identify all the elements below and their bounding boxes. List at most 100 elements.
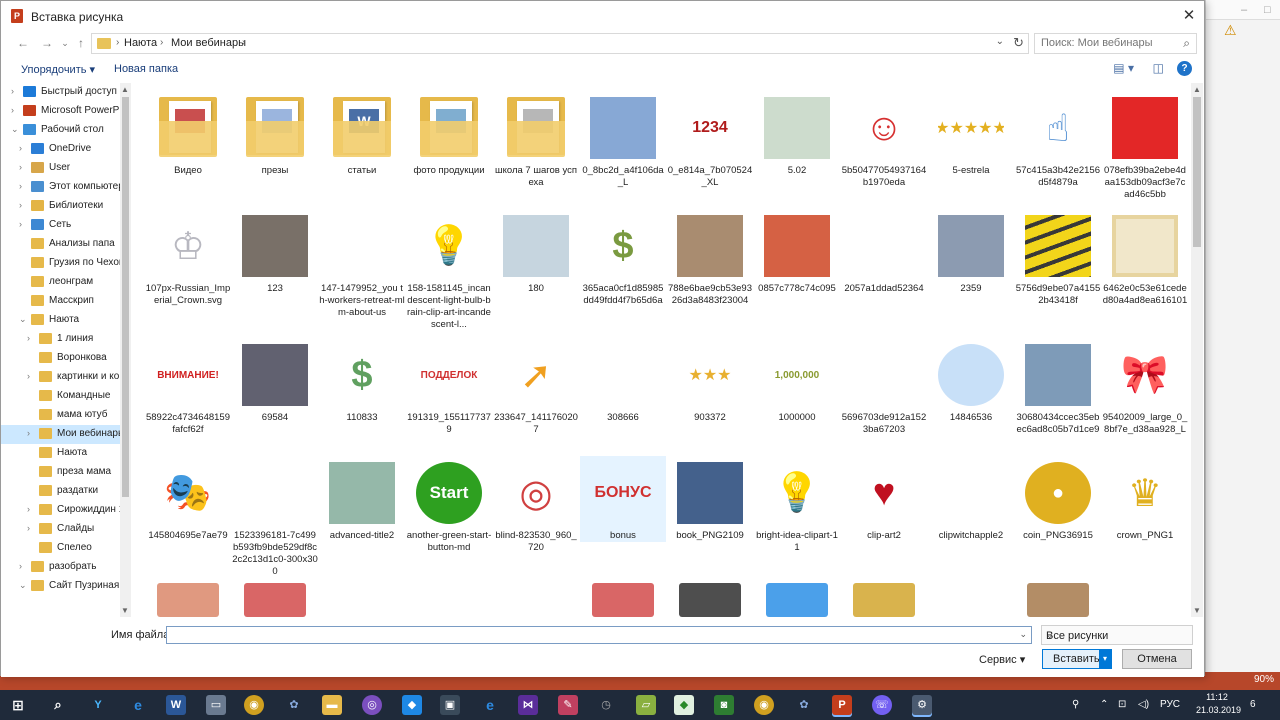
close-button[interactable]: ✕ <box>1174 1 1204 31</box>
image-file-item[interactable]: 💡 bright-idea-clipart-11 <box>754 456 840 554</box>
image-file-item[interactable]: 🎀 95402009_large_0_8bf7e_d38aa928_L <box>1102 338 1188 436</box>
image-file-item[interactable]: advanced-title2 <box>319 456 405 542</box>
filename-input[interactable] <box>167 627 1007 643</box>
image-file-item[interactable]: ПОДДЕЛОК 191319_1551177379 <box>406 338 492 436</box>
scrollbar-thumb[interactable] <box>122 97 129 497</box>
breadcrumb-separator-icon[interactable]: › <box>242 37 245 48</box>
viber-icon[interactable]: ☏ <box>872 695 892 715</box>
file-app-icon[interactable]: ▭ <box>206 695 226 715</box>
tree-item[interactable]: › Быстрый доступ <box>1 83 131 102</box>
restore-icon[interactable]: □ <box>1264 4 1271 16</box>
collapse-arrow-icon[interactable]: ⌄ <box>19 580 27 591</box>
image-file-item[interactable]: 078efb39ba2ebe4daa153db09acf3e7cad46c5bb <box>1102 91 1188 201</box>
refresh-icon[interactable]: ↻ <box>1013 35 1024 51</box>
expand-arrow-icon[interactable]: › <box>19 200 22 210</box>
insert-dropdown-icon[interactable]: ▾ <box>1099 650 1111 668</box>
search-input[interactable] <box>1041 37 1171 49</box>
image-file-item[interactable]: $110833 <box>319 338 405 424</box>
help-icon[interactable]: ? <box>1177 61 1192 76</box>
preview-pane-icon[interactable]: ◫ <box>1153 61 1164 75</box>
tree-item[interactable]: Грузия по Чехов <box>1 254 131 273</box>
tree-item[interactable]: › разобрать <box>1 558 131 577</box>
search-icon[interactable]: ⌕ <box>1183 36 1190 51</box>
collapse-arrow-icon[interactable]: ⌄ <box>11 124 19 135</box>
settings-gear-icon[interactable]: ✿ <box>794 695 814 715</box>
tree-item[interactable]: ⌄ Сайт Пузриная <box>1 577 131 596</box>
expand-arrow-icon[interactable]: › <box>27 371 30 381</box>
tree-item[interactable]: леонграм <box>1 273 131 292</box>
image-file-item[interactable]: 5756d9ebe07a41552b43418f <box>1015 209 1101 307</box>
tree-item[interactable]: Командные <box>1 387 131 406</box>
store-icon[interactable]: ▣ <box>440 695 460 715</box>
camera-icon[interactable]: ◙ <box>714 695 734 715</box>
word-icon[interactable]: W <box>166 695 186 715</box>
system-clock[interactable]: 11:12 21.03.2019 <box>1196 691 1241 717</box>
folder-item[interactable]: Видео <box>145 91 231 177</box>
tree-item[interactable]: › Сеть <box>1 216 131 235</box>
folder-item[interactable]: фото продукции <box>406 91 492 177</box>
network-icon[interactable]: ⊡ <box>1118 699 1126 710</box>
expand-arrow-icon[interactable]: › <box>19 219 22 229</box>
expand-arrow-icon[interactable]: › <box>11 105 14 115</box>
image-file-item[interactable]: $365aca0cf1d85985dd49fdd4f7b65d6a <box>580 209 666 307</box>
tree-item[interactable]: Воронкова <box>1 349 131 368</box>
tree-item[interactable]: › Сирожиддин 1 <box>1 501 131 520</box>
image-file-item[interactable]: БОНУС bonus <box>580 456 666 542</box>
folder-item[interactable]: презы <box>232 91 318 177</box>
partially-visible-thumbnail[interactable] <box>853 583 915 617</box>
image-file-item[interactable]: ♥ clip-art2 <box>841 456 927 542</box>
tree-item[interactable]: ⌄ Рабочий стол <box>1 121 131 140</box>
partially-visible-thumbnail[interactable] <box>766 583 828 617</box>
minimize-icon[interactable]: – <box>1241 4 1247 16</box>
settings-gear-icon[interactable]: ✿ <box>284 695 304 715</box>
image-file-item[interactable]: 1523396181-7c499b593fb9bde529df8c2c2c13d… <box>232 456 318 578</box>
scroll-up-icon[interactable]: ▲ <box>121 85 129 94</box>
image-file-item[interactable]: ☺ 5b50477054937164b1970eda <box>841 91 927 189</box>
tree-scrollbar[interactable]: ▲ ▼ <box>120 83 131 617</box>
image-file-item[interactable]: 2359 <box>928 209 1014 295</box>
tree-item[interactable]: › Библиотеки <box>1 197 131 216</box>
image-file-item[interactable]: 1,000,000 1000000 <box>754 338 840 424</box>
expand-arrow-icon[interactable]: › <box>27 504 30 514</box>
tree-item[interactable]: мама ютуб <box>1 406 131 425</box>
scrollbar-thumb[interactable] <box>1193 97 1201 247</box>
new-folder-button[interactable]: Новая папка <box>114 63 178 75</box>
tree-item[interactable]: Наюта <box>1 444 131 463</box>
media-app-icon[interactable]: ◎ <box>362 695 382 715</box>
image-file-item[interactable]: ➚ 233647_1411760207 <box>493 338 579 436</box>
powerpoint-icon[interactable]: P <box>832 695 852 715</box>
start-icon[interactable]: ⊞ <box>8 695 28 715</box>
visual-studio-icon[interactable]: ⋈ <box>518 695 538 715</box>
forward-arrow-icon[interactable]: → <box>39 35 55 51</box>
partially-visible-thumbnail[interactable] <box>244 583 306 617</box>
address-dropdown-icon[interactable]: ⌄ <box>996 36 1004 47</box>
image-file-item[interactable]: book_PNG2109 <box>667 456 753 542</box>
expand-arrow-icon[interactable]: › <box>11 86 14 96</box>
cancel-button[interactable]: Отмена <box>1122 649 1192 669</box>
edge-icon[interactable]: e <box>128 695 148 715</box>
filetype-select[interactable]: Все рисунки ⌄ <box>1041 625 1193 645</box>
notes-icon[interactable]: ▱ <box>636 695 656 715</box>
chevron-down-icon[interactable]: ⌄ <box>1019 629 1027 640</box>
image-file-item[interactable]: 788e6bae9cb53e9326d3a8483f23004 <box>667 209 753 307</box>
organize-button[interactable]: Упорядочить ▾ <box>21 63 95 76</box>
image-file-item[interactable]: 🎭 145804695e7ae79 <box>145 456 231 542</box>
image-file-item[interactable]: 14846536 <box>928 338 1014 424</box>
breadcrumb-naiuta[interactable]: Наюта <box>124 37 157 49</box>
expand-arrow-icon[interactable]: › <box>27 428 30 438</box>
image-file-item[interactable]: 69584 <box>232 338 318 424</box>
tree-item[interactable]: › Этот компьютер <box>1 178 131 197</box>
partially-visible-thumbnail[interactable] <box>679 583 741 617</box>
tree-item[interactable]: раздатки <box>1 482 131 501</box>
tool-app-icon[interactable]: ⚙ <box>912 695 932 715</box>
tree-item[interactable]: › Microsoft PowerP <box>1 102 131 121</box>
search-icon[interactable]: ⌕ <box>48 695 68 715</box>
image-file-item[interactable]: 147-1479952_you th-workers-retreat-mlm-a… <box>319 209 405 319</box>
chevron-down-icon[interactable]: ⌄ <box>1046 630 1187 641</box>
expand-arrow-icon[interactable]: › <box>27 523 30 533</box>
address-bar[interactable]: › Наюта › Мои вебинары › ⌄ ↻ <box>91 33 1029 54</box>
tools-button[interactable]: Сервис ▾ <box>979 653 1025 666</box>
language-indicator[interactable]: РУС <box>1160 699 1180 710</box>
image-file-item[interactable]: Start another-green-start-button-md <box>406 456 492 554</box>
tree-item[interactable]: преза мама <box>1 463 131 482</box>
